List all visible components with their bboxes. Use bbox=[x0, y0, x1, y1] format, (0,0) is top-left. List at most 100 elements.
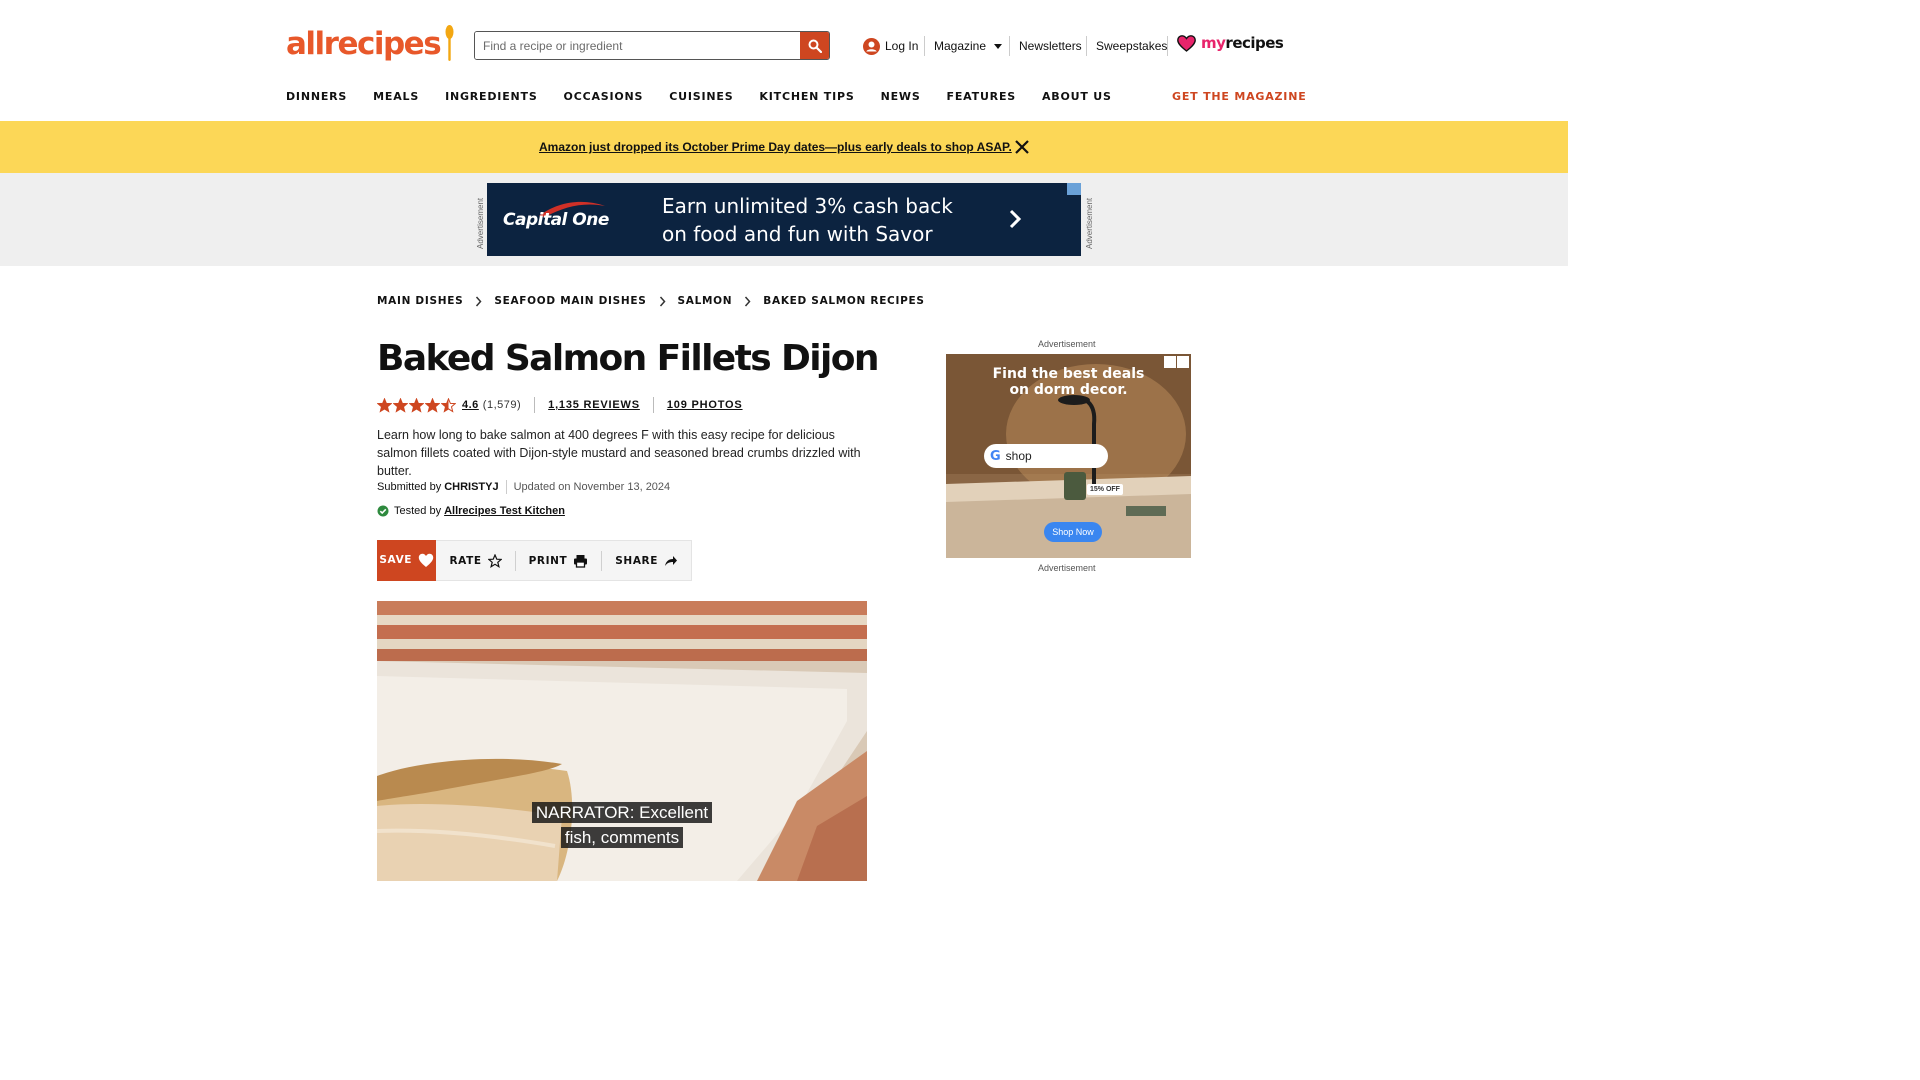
google-search-pill: G shop bbox=[984, 444, 1108, 468]
ad-headline-line1: Find the best deals bbox=[992, 366, 1145, 382]
chevron-right-icon bbox=[475, 296, 482, 307]
nav-item-news[interactable]: NEWS bbox=[881, 90, 921, 103]
byline: Submitted by CHRISTYJ Updated on Novembe… bbox=[377, 480, 670, 494]
check-badge-icon bbox=[377, 505, 389, 517]
nav-item-kitchen-tips[interactable]: KITCHEN TIPS bbox=[759, 90, 854, 103]
spoon-icon bbox=[445, 25, 454, 61]
sweepstakes-link[interactable]: Sweepstakes bbox=[1096, 36, 1167, 56]
close-icon[interactable] bbox=[1014, 139, 1030, 155]
breadcrumb-baked-salmon-recipes[interactable]: BAKED SALMON RECIPES bbox=[763, 295, 924, 307]
star-full-icon bbox=[425, 397, 440, 413]
share-arrow-icon bbox=[665, 555, 677, 566]
nav-item-features[interactable]: FEATURES bbox=[947, 90, 1016, 103]
save-label: SAVE bbox=[379, 554, 413, 566]
search-button[interactable] bbox=[800, 32, 829, 59]
rating-stars[interactable] bbox=[377, 397, 456, 413]
divider bbox=[1086, 36, 1087, 56]
ad-copy-line2: on food and fun with Savor bbox=[662, 222, 933, 246]
myrecipes-recipes: recipes bbox=[1225, 34, 1284, 52]
rate-button[interactable]: RATE bbox=[436, 551, 514, 571]
logo-text: allrecipes bbox=[286, 26, 442, 62]
author-link[interactable]: CHRISTYJ bbox=[444, 481, 498, 493]
ad-search-text: shop bbox=[1005, 449, 1032, 463]
share-label: SHARE bbox=[615, 554, 658, 567]
reviews-link[interactable]: 1,135 REVIEWS bbox=[548, 399, 640, 411]
sweepstakes-label: Sweepstakes bbox=[1096, 39, 1168, 53]
submitted-by-label: Submitted by bbox=[377, 481, 442, 493]
caption-line1: NARRATOR: Excellent bbox=[377, 802, 867, 823]
print-label: PRINT bbox=[528, 554, 568, 567]
rating-count: (1,579) bbox=[482, 399, 522, 411]
breadcrumb-seafood-main-dishes[interactable]: SEAFOOD MAIN DISHES bbox=[494, 295, 646, 307]
capital-one-ad[interactable]: Capital One Earn unlimited 3% cash back … bbox=[487, 183, 1081, 256]
heart-icon bbox=[418, 553, 434, 567]
ad-label-bottom: Advertisement bbox=[1038, 563, 1096, 573]
nav-item-meals[interactable]: MEALS bbox=[373, 90, 419, 103]
magazine-dropdown[interactable]: Magazine bbox=[934, 36, 1003, 56]
ad-copy: Earn unlimited 3% cash back on food and … bbox=[662, 192, 953, 248]
ad-headline-line2: on dorm decor. bbox=[1009, 382, 1128, 398]
allrecipes-logo[interactable]: allrecipes bbox=[286, 25, 454, 62]
star-full-icon bbox=[393, 397, 408, 413]
nav-item-ingredients[interactable]: INGREDIENTS bbox=[445, 90, 537, 103]
magazine-label: Magazine bbox=[934, 39, 987, 53]
ad-choices-icon[interactable] bbox=[1067, 183, 1081, 195]
newsletters-link[interactable]: Newsletters bbox=[1019, 36, 1082, 56]
chevron-right-icon bbox=[1009, 209, 1022, 229]
tested-by: Tested by Allrecipes Test Kitchen bbox=[377, 505, 565, 517]
dorm-decor-ad[interactable]: Find the best deals on dorm decor. G sho… bbox=[946, 354, 1191, 558]
login-label: Log In bbox=[885, 39, 919, 53]
updated-date: Updated on November 13, 2024 bbox=[513, 481, 671, 493]
rating-value[interactable]: 4.6 bbox=[462, 399, 479, 411]
divider bbox=[1009, 36, 1010, 56]
nav-item-dinners[interactable]: DINNERS bbox=[286, 90, 347, 103]
search-input[interactable] bbox=[475, 32, 801, 59]
chevron-right-icon bbox=[744, 296, 751, 307]
recipe-video[interactable]: NARRATOR: Excellent fish, comments bbox=[377, 601, 867, 881]
caption-line2: fish, comments bbox=[377, 827, 867, 848]
print-button[interactable]: PRINT bbox=[514, 550, 602, 571]
divider bbox=[534, 397, 536, 413]
photos-link[interactable]: 109 PHOTOS bbox=[667, 399, 743, 411]
nav-item-occasions[interactable]: OCCASIONS bbox=[564, 90, 644, 103]
search-box bbox=[474, 31, 830, 60]
chevron-right-icon bbox=[659, 296, 666, 307]
login-link[interactable]: Log In bbox=[863, 36, 918, 56]
divider bbox=[924, 36, 925, 56]
divider bbox=[652, 397, 654, 413]
ad-copy-line1: Earn unlimited 3% cash back bbox=[662, 194, 953, 218]
promo-banner: Amazon just dropped its October Prime Da… bbox=[0, 121, 1568, 173]
star-full-icon bbox=[409, 397, 424, 413]
discount-tag: 15% OFF bbox=[1087, 484, 1123, 495]
share-button[interactable]: SHARE bbox=[601, 550, 691, 571]
divider bbox=[1167, 36, 1168, 56]
ad-side-label-right: Advertisement bbox=[1085, 197, 1094, 249]
star-outline-icon bbox=[487, 553, 502, 568]
heart-icon bbox=[1177, 34, 1196, 52]
capital-one-logo: Capital One bbox=[503, 210, 609, 230]
breadcrumb-salmon[interactable]: SALMON bbox=[678, 295, 733, 307]
get-magazine-link[interactable]: GET THE MAGAZINE bbox=[1172, 90, 1307, 103]
ad-choices-icon[interactable] bbox=[1164, 356, 1189, 368]
test-kitchen-link[interactable]: Allrecipes Test Kitchen bbox=[444, 505, 565, 517]
breadcrumb-main-dishes[interactable]: MAIN DISHES bbox=[377, 295, 463, 307]
caret-down-icon bbox=[994, 43, 1003, 49]
star-full-icon bbox=[377, 397, 392, 413]
shop-now-button[interactable]: Shop Now bbox=[1044, 522, 1102, 542]
save-button[interactable]: SAVE bbox=[377, 539, 437, 581]
user-icon bbox=[863, 37, 880, 55]
recipe-description: Learn how long to bake salmon at 400 deg… bbox=[377, 428, 861, 478]
printer-icon bbox=[574, 554, 588, 568]
myrecipes-link[interactable]: myrecipes bbox=[1177, 34, 1284, 52]
nav-item-about-us[interactable]: ABOUT US bbox=[1042, 90, 1112, 103]
tested-by-label: Tested by bbox=[394, 505, 442, 517]
nav-item-cuisines[interactable]: CUISINES bbox=[669, 90, 733, 103]
search-icon bbox=[808, 39, 822, 53]
promo-link[interactable]: Amazon just dropped its October Prime Da… bbox=[539, 140, 1012, 154]
rating-row: 4.6 (1,579) 1,135 REVIEWS 109 PHOTOS bbox=[377, 396, 743, 414]
main-nav: DINNERS MEALS INGREDIENTS OCCASIONS CUIS… bbox=[286, 90, 1138, 103]
site-header: allrecipes Log In Magazine Newsletters S… bbox=[0, 0, 1568, 121]
newsletters-label: Newsletters bbox=[1019, 39, 1082, 53]
rate-label: RATE bbox=[449, 554, 482, 567]
ad-label-top: Advertisement bbox=[1038, 339, 1096, 349]
